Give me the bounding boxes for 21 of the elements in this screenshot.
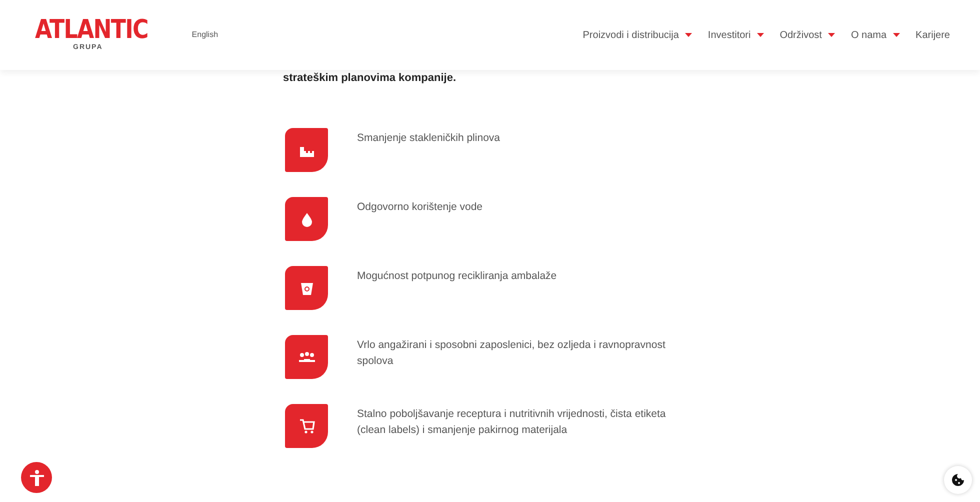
- intro-text: strateškim planovima kompanije.: [283, 73, 458, 84]
- nav-link[interactable]: Proizvodi i distribucija: [582, 28, 692, 42]
- cookie-icon: [951, 473, 965, 487]
- nav-link[interactable]: O nama: [850, 28, 900, 42]
- nav-link[interactable]: Održivost: [780, 28, 835, 42]
- accessibility-button[interactable]: [21, 462, 52, 493]
- language-link[interactable]: English: [192, 29, 218, 41]
- water-drop-icon: [285, 197, 328, 241]
- factory-icon: [285, 128, 328, 172]
- cookie-settings-button[interactable]: [944, 466, 972, 494]
- cart-icon: [285, 404, 328, 448]
- goal-text: Stalno poboljšavanje receptura i nutritivnih vrijednosti, čista etiketa (clean labels) i smanjenje pakirnog materijala: [357, 407, 667, 438]
- nav-link[interactable]: Karijere: [916, 28, 950, 42]
- goal-text: Odgovorno korištenje vode: [357, 200, 484, 215]
- goal-text: Smanjenje stakleničkih plinova: [357, 131, 501, 146]
- goal-text: Mogućnost potpunog recikliranja ambalaže: [357, 269, 558, 284]
- people-icon: [285, 335, 328, 379]
- accessibility-icon: [28, 468, 46, 486]
- nav-link[interactable]: Investitori: [708, 28, 764, 42]
- goal-text: Vrlo angažirani i sposobni zaposlenici, bez ozljeda i ravnopravnost spolova: [357, 338, 666, 370]
- bin-icon: [285, 266, 328, 310]
